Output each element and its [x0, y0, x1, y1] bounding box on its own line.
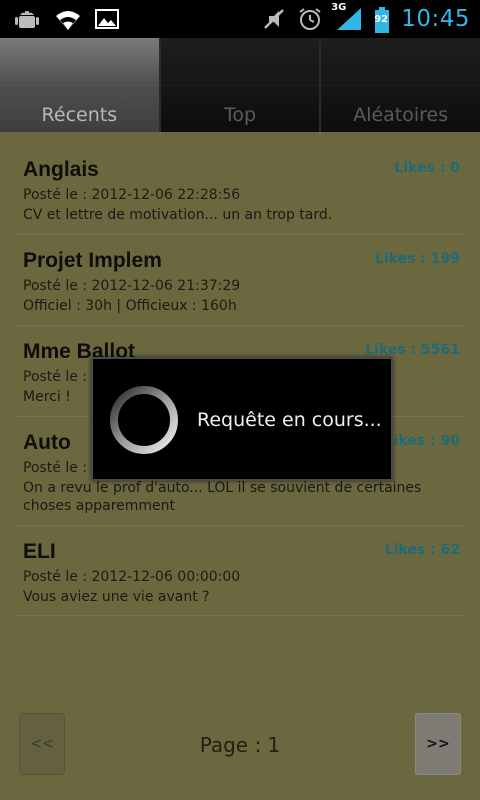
spinner-icon — [110, 386, 178, 454]
tab-top[interactable]: Top — [160, 38, 322, 132]
list-item[interactable]: Projet Implem Posté le : 2012-12-06 21:3… — [14, 235, 466, 326]
tab-label: Top — [223, 104, 257, 126]
battery-level: 92 — [374, 14, 389, 25]
post-body: CV et lettre de motivation... un an trop… — [23, 207, 333, 223]
post-body: Vous aviez une vie avant ? — [23, 589, 210, 605]
tab-recents[interactable]: Récents — [0, 38, 161, 132]
tab-label: Aléatoires — [353, 104, 449, 126]
post-title: Anglais — [23, 158, 99, 181]
list-item[interactable]: ELI Posté le : 2012-12-06 00:00:00 Vous … — [14, 526, 466, 616]
post-likes: Likes : 5561 — [365, 342, 460, 358]
status-bar: 3G 92 10:45 — [0, 0, 480, 38]
post-likes: Likes : 0 — [394, 160, 460, 176]
tab-divider — [321, 85, 480, 86]
tab-divider — [0, 85, 159, 86]
tab-aleatoires[interactable]: Aléatoires — [321, 38, 480, 132]
post-body: Officiel : 30h | Officieux : 160h — [23, 298, 237, 314]
gallery-icon — [94, 6, 120, 32]
battery-icon: 92 — [373, 6, 391, 33]
tab-divider — [160, 85, 320, 86]
android-debug-icon — [14, 6, 40, 32]
clock: 10:45 — [401, 6, 470, 32]
loading-dialog: Requête en cours... — [91, 357, 393, 481]
post-likes: Likes : 199 — [374, 251, 460, 267]
pager: << Page : 1 >> — [0, 713, 480, 779]
alarm-icon — [297, 6, 323, 32]
tab-label: Récents — [41, 104, 118, 126]
post-date: Posté le : 2012-12-06 00:00:00 — [23, 569, 241, 585]
post-date: Posté le : 2012-12-06 22:28:56 — [23, 187, 241, 203]
post-likes: Likes : 62 — [384, 542, 460, 558]
page-indicator: Page : 1 — [199, 733, 281, 757]
mute-icon — [261, 6, 287, 32]
signal-icon: 3G — [331, 2, 363, 32]
dialog-message: Requête en cours... — [197, 409, 382, 431]
wifi-icon — [54, 6, 80, 32]
next-page-button[interactable]: >> — [415, 713, 461, 775]
tab-bar: Récents Top Aléatoires — [0, 38, 480, 132]
post-date: Posté le : 2012-12-06 21:37:29 — [23, 278, 241, 294]
list-item[interactable]: Anglais Posté le : 2012-12-06 22:28:56 C… — [14, 144, 466, 235]
post-body: On a revu le prof d'auto... LOL il se so… — [23, 480, 422, 514]
post-likes: Likes : 90 — [384, 433, 460, 449]
